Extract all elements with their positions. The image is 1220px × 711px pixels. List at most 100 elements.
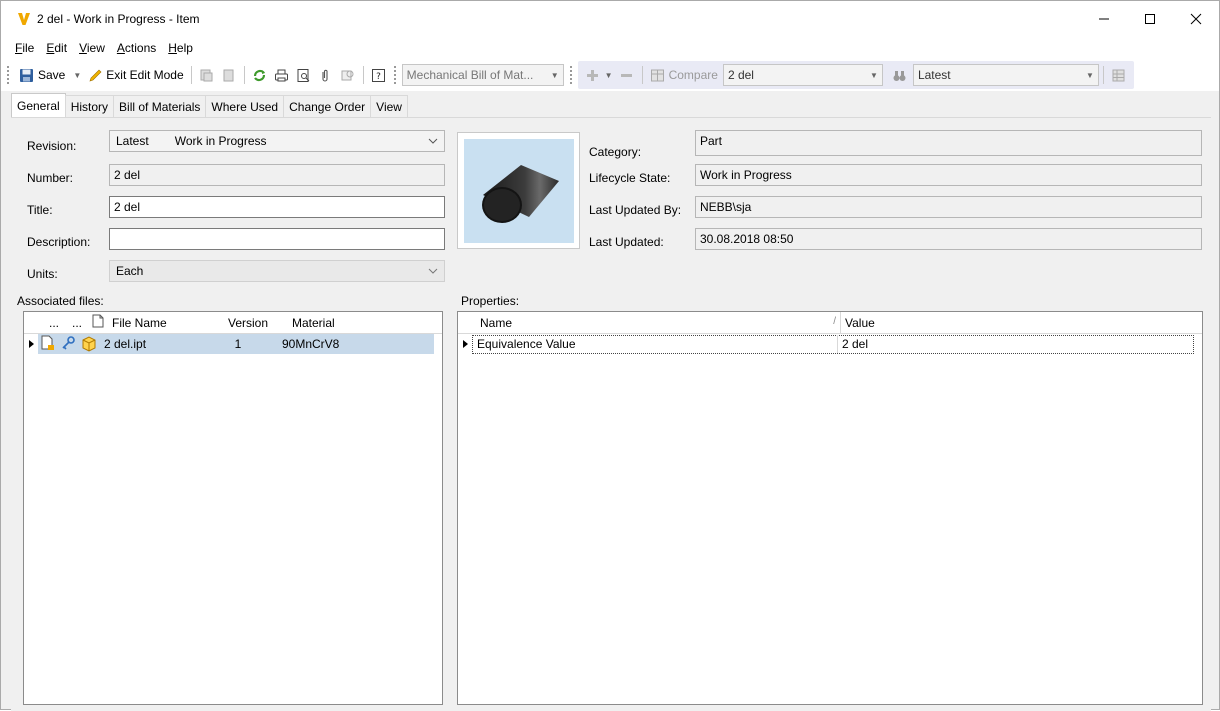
- exit-edit-mode-button[interactable]: Exit Edit Mode: [84, 64, 186, 86]
- find-button[interactable]: [337, 64, 359, 86]
- toolbar-grip[interactable]: [7, 66, 11, 84]
- files-col-checkout[interactable]: ...: [66, 316, 88, 330]
- units-select-value: Each: [116, 264, 144, 278]
- tab-history[interactable]: History: [64, 95, 115, 117]
- units-select[interactable]: Each: [109, 260, 445, 282]
- compare-toolbar: ▼ Compare 2 del ▼ Latest ▼: [577, 61, 1134, 89]
- category-field: Part: [695, 130, 1202, 156]
- menu-actions-label: ctions: [124, 41, 157, 55]
- menu-edit[interactable]: Edit: [40, 41, 73, 55]
- minimize-icon: [1099, 18, 1109, 20]
- version-select-value: Latest: [917, 68, 951, 82]
- print-button[interactable]: [271, 64, 293, 86]
- menu-view-label: iew: [86, 41, 105, 55]
- revision-select[interactable]: Latest Work in Progress: [109, 130, 445, 152]
- menu-help[interactable]: Help: [162, 41, 199, 55]
- bom-view-select[interactable]: Mechanical Bill of Mat... ▼: [401, 64, 564, 86]
- remove-row-button[interactable]: [616, 64, 638, 86]
- number-field: 2 del: [109, 164, 445, 186]
- menu-file[interactable]: File: [9, 41, 40, 55]
- chevron-down-icon: [428, 268, 438, 274]
- menu-actions[interactable]: Actions: [111, 41, 162, 55]
- number-label: Number:: [27, 171, 74, 185]
- save-button[interactable]: Save ▼: [15, 64, 84, 86]
- selected-property-row[interactable]: Equivalence Value 2 del: [472, 334, 1194, 354]
- copy-button[interactable]: [218, 64, 240, 86]
- compare-label: Compare: [668, 68, 718, 82]
- file-status-icon: [38, 335, 58, 354]
- tab-view[interactable]: View: [370, 95, 408, 117]
- save-dropdown-icon[interactable]: ▼: [73, 71, 81, 80]
- toolbar: Save ▼ Exit Edit Mode ? Mechanical Bill …: [1, 59, 1219, 91]
- tab-where-used[interactable]: Where Used: [205, 95, 285, 117]
- compare-button[interactable]: Compare: [647, 64, 721, 86]
- add-dropdown-icon[interactable]: ▼: [605, 71, 613, 80]
- table-row[interactable]: Equivalence Value 2 del: [458, 334, 1202, 354]
- files-grid-header: ... ... File Name Version Material: [24, 312, 442, 334]
- table-row[interactable]: 2 del.ipt 1 90MnCrV8: [24, 334, 442, 354]
- help-button[interactable]: ?: [368, 64, 390, 86]
- minimize-button[interactable]: [1081, 1, 1127, 37]
- toolbar-grip[interactable]: [393, 66, 398, 84]
- pencil-icon: [87, 67, 103, 83]
- columns-icon: [1111, 67, 1127, 83]
- title-label: Title:: [27, 203, 53, 217]
- chevron-down-icon: ▼: [550, 70, 559, 80]
- lifecycle-state-field: Work in Progress: [695, 164, 1202, 186]
- toolbar-separator: [190, 66, 192, 84]
- files-col-status[interactable]: ...: [42, 316, 66, 330]
- compare-target-select[interactable]: 2 del ▼: [722, 64, 883, 86]
- file-name-cell: 2 del.ipt: [104, 337, 147, 351]
- maximize-button[interactable]: [1127, 1, 1173, 37]
- attach-button[interactable]: [315, 64, 337, 86]
- general-tab-content: Revision: Latest Work in Progress Number:…: [11, 117, 1211, 711]
- property-value-cell[interactable]: 2 del: [838, 337, 1178, 351]
- compare-target-value: 2 del: [727, 68, 754, 82]
- properties-col-value[interactable]: Value: [841, 316, 1181, 330]
- files-col-material[interactable]: Material: [288, 316, 408, 330]
- files-col-file-name[interactable]: File Name: [108, 316, 208, 330]
- toolbar-separator: [641, 66, 643, 84]
- copy-design-button[interactable]: [196, 64, 218, 86]
- revision-value: Latest: [116, 134, 149, 148]
- close-button[interactable]: [1173, 1, 1219, 37]
- toolbar-separator: [1102, 66, 1104, 84]
- minus-icon: [619, 67, 635, 83]
- bom-view-select-value: Mechanical Bill of Mat...: [406, 68, 534, 82]
- tab-bill-of-materials[interactable]: Bill of Materials: [113, 95, 207, 117]
- find-icon: [340, 67, 356, 83]
- binoculars-button[interactable]: [889, 64, 911, 86]
- menu-view[interactable]: View: [73, 41, 111, 55]
- files-col-version[interactable]: Version: [208, 316, 288, 330]
- item-thumbnail: [457, 132, 580, 249]
- menu-actions-mnemonic: A: [116, 41, 125, 55]
- part-file-icon: [78, 334, 100, 355]
- last-updated-label: Last Updated:: [589, 235, 664, 249]
- chevron-down-icon: ▼: [1086, 70, 1094, 80]
- vault-logo-icon: [17, 12, 31, 26]
- files-col-type[interactable]: [88, 314, 108, 331]
- title-field[interactable]: 2 del: [109, 196, 445, 218]
- toolbar-grip[interactable]: [569, 66, 574, 84]
- thumbnail-image: [463, 138, 574, 243]
- svg-text:?: ?: [376, 72, 381, 82]
- refresh-button[interactable]: [249, 64, 271, 86]
- version-select[interactable]: Latest ▼: [912, 64, 1099, 86]
- properties-col-name-label: Name: [480, 315, 513, 330]
- associated-files-grid: ... ... File Name Version Material 2 del…: [23, 311, 443, 705]
- print-preview-button[interactable]: [293, 64, 315, 86]
- print-preview-icon: [296, 67, 312, 83]
- columns-button[interactable]: [1108, 64, 1130, 86]
- save-icon: [18, 67, 34, 83]
- printer-icon: [274, 67, 290, 83]
- refresh-icon: [252, 67, 268, 83]
- selected-row-cells[interactable]: 2 del.ipt 1 90MnCrV8: [38, 334, 434, 354]
- title-bar: 2 del - Work in Progress - Item: [1, 1, 1219, 37]
- toolbar-separator: [243, 66, 245, 84]
- add-row-button[interactable]: ▼: [582, 64, 616, 86]
- properties-col-name[interactable]: Name /: [476, 316, 840, 330]
- help-icon: ?: [371, 67, 387, 83]
- description-field[interactable]: [109, 228, 445, 250]
- tab-general[interactable]: General: [11, 93, 66, 117]
- tab-change-order[interactable]: Change Order: [283, 95, 372, 117]
